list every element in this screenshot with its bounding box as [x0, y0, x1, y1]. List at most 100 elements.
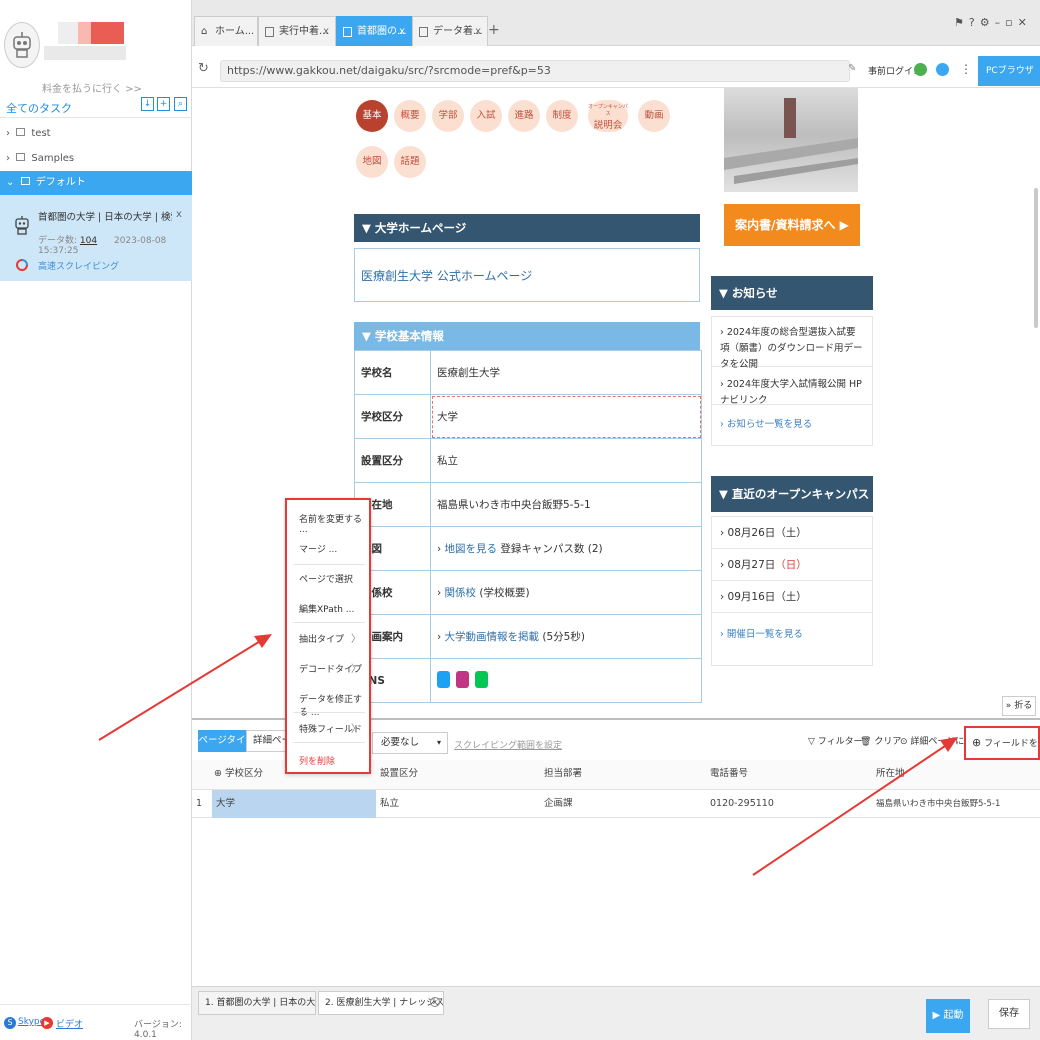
homepage-link[interactable]: 医療創生大学 公式ホームページ	[354, 248, 700, 302]
page-type-tab[interactable]: ページタイプ	[198, 730, 246, 768]
skype-icon[interactable]: S	[4, 1017, 16, 1029]
close-circle-icon[interactable]: x	[430, 997, 440, 1007]
settings-icon[interactable]: ⚙	[980, 16, 995, 29]
twitter-icon[interactable]	[437, 670, 450, 688]
line-icon[interactable]	[475, 670, 488, 688]
tab-close-icon[interactable]: x	[323, 17, 329, 47]
open-campus-date[interactable]: › 08月27日（日）	[712, 549, 872, 581]
instagram-icon[interactable]	[456, 670, 469, 688]
bottom-tab-2[interactable]: 2. 医療創生大学 | ナレッジステー... x	[318, 991, 444, 1015]
map-link[interactable]: 地図を見る	[445, 543, 498, 555]
import-icon[interactable]: ↓	[141, 97, 154, 111]
bottom-tab-1[interactable]: 1. 首都圏の大学 | 日本の大学 | 検...	[198, 991, 316, 1015]
nav-system[interactable]: 制度	[546, 100, 578, 132]
scrape-range-link[interactable]: スクレイピング範囲を設定	[454, 738, 562, 751]
reload-icon[interactable]: ↻	[198, 61, 209, 76]
table-cell[interactable]: 企画課	[544, 790, 573, 818]
row-number: 1	[196, 798, 203, 809]
video-link[interactable]: ビデオ	[56, 1017, 83, 1030]
column-header[interactable]: 電話番号	[710, 760, 748, 788]
task-item[interactable]: 首都圏の大学 | 日本の大学 | 検索結果一覧 - x データ数: 104 20…	[0, 195, 192, 281]
ai-icon[interactable]	[936, 63, 949, 76]
data-count[interactable]: 104	[80, 236, 97, 246]
related-school-link[interactable]: 関係校	[445, 587, 477, 599]
column-header[interactable]: ⊕ 学校区分	[214, 760, 263, 788]
minimize-icon[interactable]: –	[995, 16, 1006, 29]
folder-icon	[20, 177, 30, 185]
close-window-icon[interactable]: ✕	[1018, 16, 1032, 29]
collapse-button[interactable]: » 折る	[1002, 696, 1036, 716]
menu-rename[interactable]: 名前を変更する ...	[299, 512, 369, 535]
info-value-selected[interactable]: 大学	[430, 394, 702, 439]
goto-detail-button[interactable]: ⊙ 詳細ページに行く	[900, 734, 964, 747]
status-icon[interactable]	[914, 63, 927, 76]
menu-modify-data[interactable]: データを修正する ...	[299, 692, 369, 718]
nav-map[interactable]: 地図	[356, 146, 388, 178]
save-button[interactable]: 保存	[988, 999, 1030, 1029]
menu-extract-type[interactable]: 抽出タイプ	[299, 632, 344, 645]
tab-running[interactable]: 実行中着... x	[258, 16, 336, 46]
task-close-icon[interactable]: x	[176, 209, 182, 220]
nav-video[interactable]: 動画	[638, 100, 670, 132]
nav-faculty[interactable]: 学部	[432, 100, 464, 132]
nav-overview[interactable]: 概要	[394, 100, 426, 132]
nav-briefing[interactable]: オープンキャンパス 説明会	[588, 100, 628, 132]
column-header[interactable]: 設置区分	[380, 760, 418, 788]
more-menu-icon[interactable]: ⋮	[960, 62, 972, 76]
help-icon[interactable]: ?	[969, 16, 980, 29]
new-task-icon[interactable]: +	[157, 97, 170, 111]
table-cell[interactable]: 福島県いわき市中央台飯野5-5-1	[876, 790, 1000, 818]
pc-browser-button[interactable]: PCブラウザ ▾	[978, 56, 1040, 106]
start-button[interactable]: ▶ 起動	[926, 999, 970, 1033]
column-header[interactable]: 所在地	[876, 760, 905, 788]
edit-url-icon[interactable]: ✎	[848, 63, 856, 74]
info-key: 設置区分	[354, 438, 431, 483]
data-count-label: データ数:	[38, 236, 78, 246]
robot-task-icon	[14, 215, 30, 238]
tab-close-icon[interactable]: x	[399, 17, 405, 47]
menu-delete-column[interactable]: 列を削除	[299, 754, 335, 767]
clear-button[interactable]: 🗑 クリア	[860, 734, 901, 747]
table-cell[interactable]: 0120-295110	[710, 790, 774, 818]
table-cell[interactable]: 私立	[380, 790, 399, 818]
pay-link[interactable]: 料金を払うに行く >>	[42, 80, 142, 95]
open-campus-date[interactable]: › 08月26日（土）	[712, 517, 872, 549]
page-scrollbar[interactable]	[1034, 188, 1038, 328]
menu-select-in-page[interactable]: ページで選択	[299, 572, 353, 585]
drag-handle-icon[interactable]: ⊕	[214, 768, 222, 779]
column-header[interactable]: 担当部署	[544, 760, 582, 788]
news-item[interactable]: › 2024年度の総合型選抜入試要項（願書）のダウンロード用データを公開	[712, 317, 872, 370]
menu-edit-xpath[interactable]: 編集XPath ...	[299, 602, 354, 615]
news-more-link[interactable]: › お知らせ一覧を見る	[712, 405, 872, 445]
video-info-link[interactable]: 大学動画情報を掲載	[445, 631, 540, 643]
detail-page-tab[interactable]: 詳細ページ	[246, 730, 286, 752]
filter-button[interactable]: ▽ フィルター	[808, 734, 863, 747]
nav-exam[interactable]: 入試	[470, 100, 502, 132]
all-tasks-label[interactable]: 全てのタスク	[6, 100, 72, 116]
video-icon[interactable]: ▶	[41, 1017, 53, 1029]
fast-scrape-link[interactable]: 高速スクレイピング	[38, 259, 119, 272]
maximize-icon[interactable]: ▫	[1005, 16, 1017, 29]
search-task-icon[interactable]: ⌕	[174, 97, 187, 111]
table-cell[interactable]: 大学	[216, 790, 235, 818]
tab-close-icon[interactable]: x	[475, 17, 481, 47]
open-campus-date[interactable]: › 09月16日（土）	[712, 581, 872, 613]
folder-samples[interactable]: › Samples	[0, 147, 192, 171]
request-materials-button[interactable]: 案内書/資料請求へ ▶	[724, 204, 860, 246]
account-name-blurred	[58, 22, 124, 44]
new-tab-button[interactable]: +	[488, 22, 500, 38]
nav-basic[interactable]: 基本	[356, 100, 388, 132]
nav-topics[interactable]: 話題	[394, 146, 426, 178]
tab-shutoken[interactable]: 首都圏の... x	[336, 16, 412, 46]
tab-data[interactable]: データ着... x	[412, 16, 488, 46]
folder-test[interactable]: › test	[0, 122, 192, 146]
url-input[interactable]: https://www.gakkou.net/daigaku/src/?srcm…	[220, 60, 850, 82]
folder-default[interactable]: ⌄ デフォルト	[0, 171, 192, 195]
open-campus-more-link[interactable]: › 開催日一覧を見る	[712, 613, 872, 653]
add-field-button[interactable]: ⊕ フィールドを追加	[964, 726, 1040, 779]
pagination-select[interactable]: 必要なし ▾	[372, 732, 448, 754]
nav-career[interactable]: 進路	[508, 100, 540, 132]
gift-icon[interactable]: ⚑	[954, 16, 969, 29]
tab-home[interactable]: ⌂ ホーム...	[194, 16, 258, 46]
menu-merge[interactable]: マージ ...	[299, 542, 337, 555]
